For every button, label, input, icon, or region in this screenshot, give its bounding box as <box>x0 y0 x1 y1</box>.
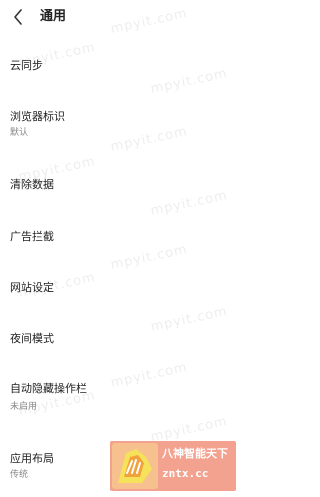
top-bar: 通用 <box>0 0 248 34</box>
item-title: 清除数据 <box>10 178 54 191</box>
item-subtitle: 未启用 <box>10 402 38 412</box>
settings-item-site-settings[interactable]: 网站设定 <box>0 268 248 308</box>
item-title: 云同步 <box>10 59 43 72</box>
badge-title: 八神智能天下 <box>162 447 228 460</box>
settings-item-night-mode[interactable]: 夜间模式 <box>0 318 248 358</box>
item-title: 自动隐藏操作栏 <box>10 382 87 395</box>
item-subtitle: 传统 <box>10 470 29 480</box>
settings-item-clear-data[interactable]: 清除数据 <box>0 166 248 206</box>
back-button[interactable] <box>8 5 28 29</box>
item-subtitle: 默认 <box>10 128 29 138</box>
settings-item-auto-hide-toolbar[interactable]: 自动隐藏操作栏 未启用 <box>0 370 248 418</box>
item-title: 夜间模式 <box>10 332 54 345</box>
item-title: 应用布局 <box>10 452 54 465</box>
settings-item-user-agent[interactable]: 浏览器标识 默认 <box>0 98 248 142</box>
badge-url: zntx.cc <box>162 467 209 480</box>
page-title: 通用 <box>40 9 67 24</box>
settings-item-ad-block[interactable]: 广告拦截 <box>0 218 248 258</box>
item-title: 广告拦截 <box>10 230 54 243</box>
hand-logo-icon <box>112 443 158 489</box>
watermark-badge: 八神智能天下 zntx.cc <box>110 441 236 491</box>
settings-item-cloud-sync[interactable]: 云同步 <box>0 48 248 88</box>
settings-screen: mpyit.com mpyit.com mpyit.com mpyit.com … <box>0 0 248 497</box>
item-title: 网站设定 <box>10 281 54 294</box>
item-title: 浏览器标识 <box>10 110 65 123</box>
chevron-left-icon <box>14 9 22 25</box>
